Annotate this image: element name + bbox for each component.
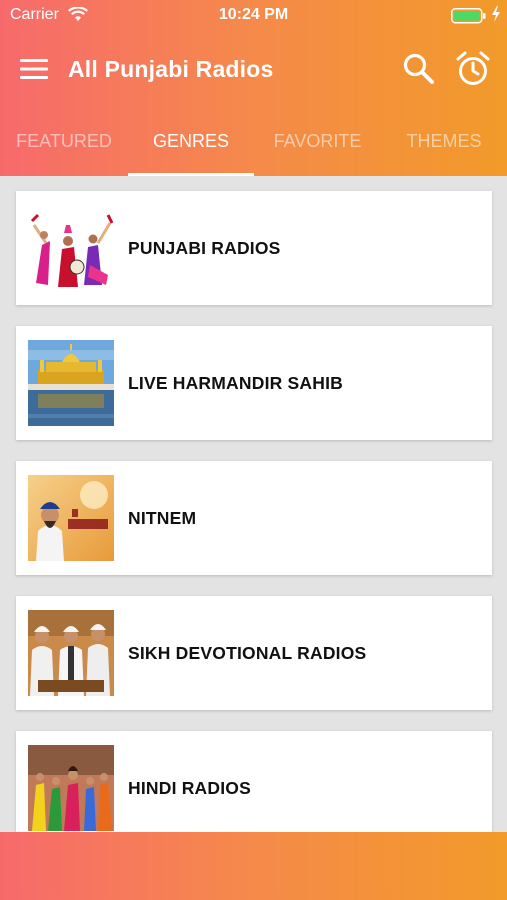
page-title: All Punjabi Radios [68,56,274,82]
status-time: 10:24 PM [218,6,289,23]
status-bar: Carrier 10:24 PM [0,0,507,30]
toolbar: All Punjabi Radios [0,44,507,94]
genre-item-nitnem[interactable]: NITNEM [16,461,492,575]
genre-label: HINDI RADIOS [128,778,251,798]
bhangra-dancers-image [28,205,114,291]
golden-temple-image [28,340,114,426]
genre-label: PUNJABI RADIOS [128,238,281,258]
tab-featured[interactable]: FEATURED [0,120,128,176]
genre-item-live-harmandir-sahib[interactable]: LIVE HARMANDIR SAHIB [16,326,492,440]
genre-item-hindi-radios[interactable]: HINDI RADIOS [16,731,492,832]
alarm-clock-icon[interactable] [455,50,491,88]
tab-favorite[interactable]: FAVORITE [254,120,381,176]
genre-list: PUNJABI RADIOS LIVE HARMANDIR SAHIB NITN… [0,176,507,832]
battery-icon [451,8,486,24]
tab-themes[interactable]: THEMES [381,120,507,176]
tab-bar: FEATURED GENRES FAVORITE THEMES [0,120,507,176]
charging-icon [492,6,500,22]
menu-icon[interactable] [20,56,50,82]
search-icon[interactable] [402,52,436,86]
bottom-player-bar[interactable] [0,832,507,900]
genre-label: SIKH DEVOTIONAL RADIOS [128,643,367,663]
genre-label: NITNEM [128,508,197,528]
nitnem-image [28,475,114,561]
kirtan-singers-image [28,610,114,696]
bollywood-dancers-image [28,745,114,831]
tab-genres[interactable]: GENRES [128,120,254,176]
genre-label: LIVE HARMANDIR SAHIB [128,373,343,393]
genre-item-sikh-devotional-radios[interactable]: SIKH DEVOTIONAL RADIOS [16,596,492,710]
app-header: Carrier 10:24 PM All Punjabi Radios FEAT… [0,0,507,176]
genre-item-punjabi-radios[interactable]: PUNJABI RADIOS [16,191,492,305]
